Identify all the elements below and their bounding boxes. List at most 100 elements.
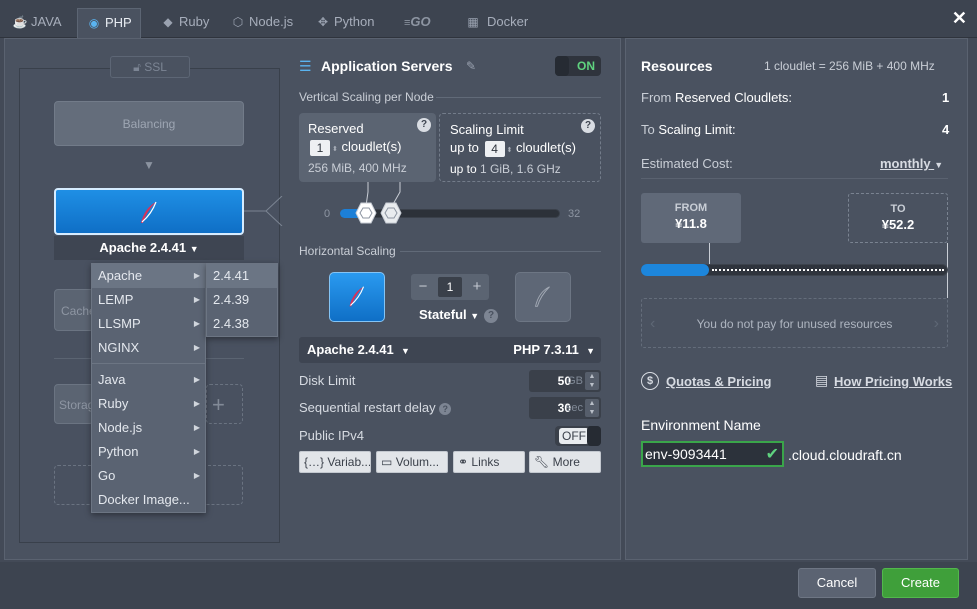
slider-max: 32 — [568, 208, 581, 220]
coin-icon: $ — [641, 372, 659, 390]
how-pricing-works-link[interactable]: How Pricing Works — [834, 374, 952, 389]
restart-delay-row: Sequential restart delay ? 30 sec ▲ ▼ — [299, 397, 601, 419]
links-button[interactable]: ⚭ Links — [453, 451, 525, 473]
node-count-stepper[interactable]: − 1 + — [411, 274, 489, 300]
info-text: You do not pay for unused resources — [696, 317, 893, 331]
menu-item-java[interactable]: Java ▶ — [92, 368, 205, 392]
tab-label: PHP — [105, 15, 132, 30]
chevron-right-icon: ▶ — [193, 423, 200, 432]
spinner-icon[interactable]: ⬍ — [332, 146, 338, 153]
server-version-bar: Apache 2.4.41 ▼ PHP 7.3.11 ▼ — [299, 337, 601, 363]
help-icon[interactable]: ? — [417, 118, 431, 132]
version-item[interactable]: 2.4.41 — [207, 264, 277, 288]
storage-node[interactable]: Storage — [54, 384, 101, 424]
chevron-right-icon: ▶ — [193, 319, 200, 328]
restart-delay-input[interactable]: 30 sec ▲ ▼ — [529, 397, 601, 419]
env-name-input[interactable] — [645, 445, 761, 463]
cloudlet-info: 1 cloudlet = 256 MiB + 400 MHz — [764, 59, 935, 73]
to-cost-label: TO — [890, 203, 906, 215]
increment-button[interactable]: + — [465, 274, 489, 300]
php-version-select[interactable]: PHP 7.3.11 ▼ — [513, 337, 595, 364]
version-item[interactable]: 2.4.39 — [207, 288, 277, 312]
chevron-right-icon: ▶ — [193, 375, 200, 384]
tab-java[interactable]: ☕ JAVA — [4, 8, 70, 38]
tab-ruby[interactable]: ◆ Ruby — [152, 8, 217, 38]
env-name-field[interactable]: ✔ — [641, 441, 784, 467]
chevron-right-icon: ▶ — [193, 447, 200, 456]
reserved-slider-handle[interactable] — [355, 202, 377, 224]
app-server-version-label: Apache 2.4.41 — [99, 240, 187, 255]
stack-list-icon: ☰ — [299, 58, 312, 74]
caret-down-icon: ▼ — [934, 160, 944, 170]
disk-limit-row: Disk Limit 50 GB ▲ ▼ — [299, 370, 601, 392]
estimated-cost-label: Estimated Cost: — [641, 156, 733, 171]
create-button[interactable]: Create — [882, 568, 959, 598]
up-to-label: up to — [450, 140, 479, 155]
tab-python[interactable]: ✥ Python — [307, 8, 382, 38]
tab-label: GO — [410, 14, 431, 29]
chevron-left-icon[interactable]: ‹ — [650, 299, 655, 349]
scaling-limit-input[interactable]: 4 — [484, 140, 505, 157]
volumes-button[interactable]: ▭ Volum... — [376, 451, 448, 473]
tab-label: Ruby — [179, 14, 210, 29]
menu-item-nginx[interactable]: NGINX ▶ — [92, 336, 205, 360]
balancing-node[interactable]: Balancing — [54, 101, 244, 146]
public-ipv4-label: Public IPv4 — [299, 428, 365, 443]
server-version-select[interactable]: Apache 2.4.41 ▼ — [307, 337, 410, 364]
cancel-button[interactable]: Cancel — [798, 568, 876, 598]
reserved-cloudlets-input[interactable]: 1 — [310, 139, 330, 156]
help-icon[interactable]: ? — [484, 309, 498, 323]
folder-icon: ▭ — [381, 455, 393, 469]
ssl-toggle[interactable]: 🔓︎ SSL — [110, 56, 190, 78]
close-icon[interactable]: ✕ — [952, 9, 967, 27]
app-server-node[interactable] — [54, 188, 244, 235]
spinner-icon[interactable]: ⬍ — [507, 147, 513, 154]
public-ipv4-toggle[interactable]: OFF — [555, 426, 601, 446]
quotas-pricing-link[interactable]: Quotas & Pricing — [666, 374, 771, 389]
tab-go[interactable]: ≡GO — [396, 8, 439, 38]
link-icon: ⚭ — [458, 455, 469, 469]
pencil-icon[interactable]: ✎ — [466, 59, 476, 73]
menu-item-docker-image[interactable]: Docker Image... — [92, 488, 205, 512]
spinner-icon[interactable]: ▲ ▼ — [585, 372, 599, 390]
reserved-cloudlets-box: Reserved ? 1 ⬍ cloudlet(s) 256 MiB, 400 M… — [299, 113, 436, 182]
divider — [436, 97, 601, 98]
tab-nodejs[interactable]: ⬡ Node.js — [222, 8, 301, 38]
slider-min: 0 — [324, 208, 331, 220]
menu-item-python[interactable]: Python ▶ — [92, 440, 205, 464]
menu-item-llsmp[interactable]: LLSMP ▶ — [92, 312, 205, 336]
menu-item-ruby[interactable]: Ruby ▶ — [92, 392, 205, 416]
scaling-mode-select[interactable]: Stateful ▼ — [419, 307, 479, 322]
disk-limit-input[interactable]: 50 GB ▲ ▼ — [529, 370, 601, 392]
menu-item-lemp[interactable]: LEMP ▶ — [92, 288, 205, 312]
menu-item-go[interactable]: Go ▶ — [92, 464, 205, 488]
node-count-value[interactable]: 1 — [438, 277, 462, 297]
disk-limit-label: Disk Limit — [299, 373, 356, 388]
feather-icon — [534, 286, 550, 307]
more-button[interactable]: 🔧︎ More — [529, 451, 601, 473]
tab-docker[interactable]: ▦ Docker — [454, 8, 536, 38]
restart-delay-label: Sequential restart delay ? — [299, 400, 452, 415]
php-version-label: PHP 7.3.11 — [513, 342, 579, 357]
period-select[interactable]: monthly ▼ — [880, 156, 943, 171]
help-icon[interactable]: ? — [581, 119, 595, 133]
limit-slider-handle[interactable] — [380, 202, 402, 224]
app-servers-toggle[interactable]: ON — [555, 56, 601, 76]
app-server-version-select[interactable]: Apache 2.4.41 ▼ — [54, 236, 244, 260]
version-item[interactable]: 2.4.38 — [207, 312, 277, 336]
app-server-type-icon[interactable] — [329, 272, 385, 322]
menu-item-apache[interactable]: Apache ▶ — [92, 264, 205, 288]
tab-label: JAVA — [31, 14, 62, 29]
decrement-button[interactable]: − — [411, 274, 435, 300]
docker-icon: ▦ — [467, 15, 479, 29]
menu-item-nodejs[interactable]: Node.js ▶ — [92, 416, 205, 440]
variables-button[interactable]: {…} Variab... — [299, 451, 371, 473]
tab-php[interactable]: ◉ PHP — [77, 8, 141, 38]
version-submenu: 2.4.41 2.4.39 2.4.38 — [206, 263, 278, 337]
cache-node[interactable]: Cache — [54, 289, 96, 331]
chevron-right-icon[interactable]: › — [934, 299, 939, 349]
chevron-right-icon: ▶ — [193, 343, 200, 352]
wrench-icon: 🔧︎ — [534, 455, 550, 469]
spinner-icon[interactable]: ▲ ▼ — [585, 399, 599, 417]
help-icon[interactable]: ? — [439, 403, 452, 415]
